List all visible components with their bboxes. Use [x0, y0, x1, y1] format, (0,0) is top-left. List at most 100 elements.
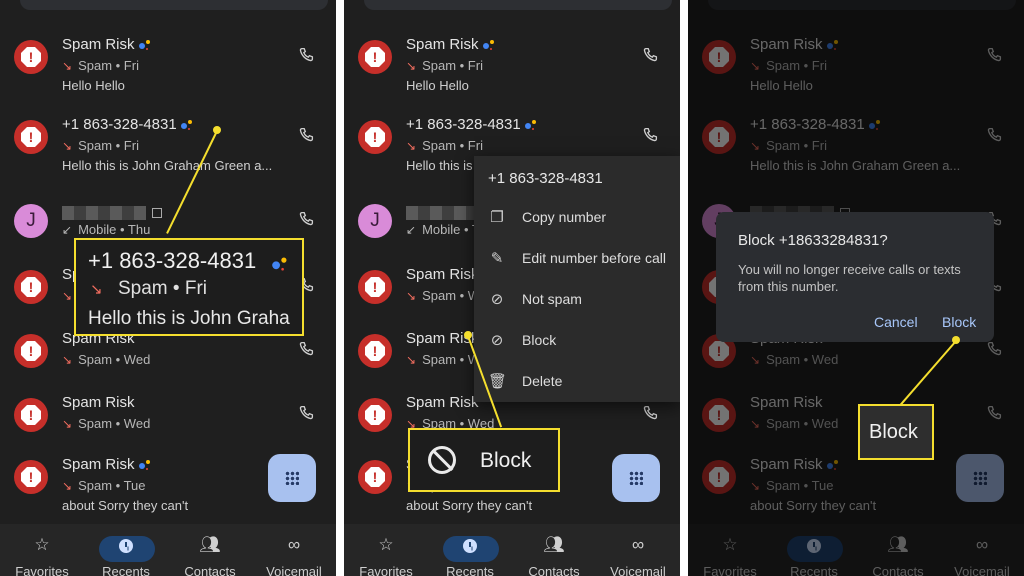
copy-icon: ❐ [490, 209, 504, 226]
sim-icon [152, 208, 162, 219]
contact-avatar: J [358, 204, 392, 238]
call-details: ↙Mobile • Thu [62, 222, 151, 237]
verified-icon [271, 257, 289, 271]
call-details: ↘Spam • Fri [406, 58, 483, 73]
dialpad-button[interactable] [268, 454, 316, 502]
dialpad-button[interactable] [612, 454, 660, 502]
nav-recents[interactable]: Recents [428, 534, 512, 576]
missed-arrow-icon: ↘ [62, 417, 73, 431]
spam-alert-icon [14, 334, 48, 368]
callout-msg: Hello this is John Graha [88, 308, 290, 329]
block-dialog: Block +18633284831? You will no longer r… [716, 212, 994, 342]
top-search-strip [364, 0, 672, 10]
call-details: ↘Spam • Wed [62, 352, 151, 367]
voicemail-icon: ∞ [287, 535, 301, 554]
spam-alert-icon [14, 270, 48, 304]
call-log-row[interactable]: Spam Risk ↘Spam • Fri Hello Hello [344, 28, 680, 93]
transcript-preview: about Sorry they can't [406, 498, 533, 513]
menu-block[interactable]: ⊘ Block [474, 323, 680, 359]
caller-name: Spam Risk [406, 266, 479, 283]
missed-arrow-icon: ↘ [62, 59, 73, 73]
recents-screen-2: Spam Risk ↘Spam • Fri Hello Hello +1 863-32… [344, 0, 680, 576]
caller-name: Spam Risk [406, 36, 496, 53]
block-icon [428, 446, 456, 474]
call-log-row[interactable]: Spam Risk ↘Spam • Wed [0, 386, 336, 450]
dialpad-icon [285, 471, 299, 485]
trash-icon: 🗑︎ [488, 373, 508, 390]
transcript-preview: Hello Hello [406, 78, 469, 93]
incoming-arrow-icon: ↙ [406, 223, 417, 237]
transcript-preview: Hello this is John Graham Green a... [62, 158, 273, 173]
caller-name: Spam Risk [62, 394, 135, 411]
phone-icon[interactable] [297, 210, 315, 228]
call-details: ↘Spam • Tue [62, 478, 146, 493]
spam-alert-icon [358, 334, 392, 368]
verified-icon [180, 120, 194, 130]
nav-voicemail[interactable]: ∞Voicemail [252, 534, 336, 576]
call-details: ↘Spam • Wed [62, 416, 151, 431]
spam-alert-icon [14, 120, 48, 154]
spam-alert-icon [358, 398, 392, 432]
missed-arrow-icon: ↘ [62, 479, 73, 493]
menu-copy-number[interactable]: ❐ Copy number [474, 200, 680, 236]
incoming-arrow-icon: ↙ [62, 223, 73, 237]
bottom-nav: ☆Favorites Recents 👥︎Contacts ∞Voicemail [344, 524, 680, 576]
phone-icon[interactable] [297, 404, 315, 422]
missed-arrow-icon: ↘ [406, 353, 417, 367]
nav-contacts[interactable]: 👥︎Contacts [168, 534, 252, 576]
phone-icon[interactable] [641, 126, 659, 144]
phone-icon[interactable] [297, 46, 315, 64]
verified-icon [524, 120, 538, 130]
callout-sub: Spam • Fri [118, 278, 207, 299]
recents-screen-3: Spam Risk↘Spam • FriHello Hello+1 863-32… [688, 0, 1024, 576]
verified-icon [482, 40, 496, 50]
caller-name [62, 204, 162, 221]
menu-delete[interactable]: 🗑︎ Delete [474, 364, 680, 400]
spam-alert-icon [358, 270, 392, 304]
missed-arrow-icon: ↘ [90, 281, 103, 298]
missed-arrow-icon: ↘ [406, 289, 417, 303]
missed-arrow-icon: ↘ [406, 59, 417, 73]
verified-icon [138, 460, 152, 470]
cancel-button[interactable]: Cancel [874, 314, 918, 330]
nav-favorites[interactable]: ☆Favorites [0, 534, 84, 576]
verified-icon [138, 40, 152, 50]
phone-icon[interactable] [297, 126, 315, 144]
spam-alert-icon [14, 40, 48, 74]
call-details: ↘Spam • Fri [406, 138, 483, 153]
nav-contacts[interactable]: 👥︎Contacts [512, 534, 596, 576]
block-button[interactable]: Block [942, 314, 976, 330]
spam-alert-icon [14, 398, 48, 432]
voicemail-icon: ∞ [631, 535, 645, 554]
not-spam-icon: ⊘ [490, 291, 504, 308]
phone-icon[interactable] [641, 46, 659, 64]
menu-not-spam[interactable]: ⊘ Not spam [474, 282, 680, 318]
phone-icon[interactable] [297, 340, 315, 358]
caller-name: Spam Risk [62, 456, 152, 473]
missed-arrow-icon: ↘ [62, 289, 73, 303]
spam-alert-icon [358, 120, 392, 154]
recents-screen-1: Spam Risk↘Spam • FriHello Hello+1 863-32… [0, 0, 336, 576]
menu-edit-number[interactable]: ✎ Edit number before call [474, 241, 680, 277]
dialpad-icon [629, 471, 643, 485]
phone-icon[interactable] [641, 404, 659, 422]
nav-voicemail[interactable]: ∞Voicemail [596, 534, 680, 576]
star-icon: ☆ [378, 535, 394, 554]
nav-recents[interactable]: Recents [84, 534, 168, 576]
caller-name: +1 863-328-4831 [62, 116, 194, 133]
call-details: ↘Spam • Fri [62, 58, 139, 73]
dialog-body: You will no longer receive calls or text… [738, 262, 961, 294]
transcript-preview: Hello Hello [62, 78, 125, 93]
block-zoom-callout: Block [858, 404, 934, 460]
caller-name: +1 863-328-4831 [406, 116, 538, 133]
nav-favorites[interactable]: ☆Favorites [344, 534, 428, 576]
call-log-row[interactable]: +1 863-328-4831 ↘Spam • Fri Hello this is … [0, 108, 336, 173]
star-icon: ☆ [34, 535, 50, 554]
call-log-row[interactable]: Spam Risk ↘Spam • Fri Hello Hello [0, 28, 336, 93]
call-context-menu: +1 863-328-4831 ❐ Copy number ✎ Edit numbe… [474, 156, 680, 402]
clock-icon [463, 538, 477, 553]
number-zoom-callout: +1 863-328-4831 ↘ Spam • Fri Hello this … [74, 238, 304, 336]
block-zoom-callout: Block [408, 428, 560, 492]
spam-alert-icon [358, 460, 392, 494]
callout-block-label: Block [869, 421, 918, 443]
